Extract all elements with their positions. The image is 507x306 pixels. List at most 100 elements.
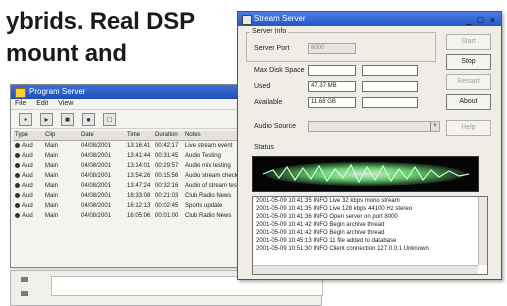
table-row[interactable]: Aud Main 04/08/2001 13:14:01 00:29:57 Audio m… <box>13 161 245 171</box>
cell-text: Aud <box>22 143 33 149</box>
restart-button[interactable]: Restart <box>446 74 491 90</box>
cell-clip: Main <box>45 203 59 209</box>
back-window-titlebar[interactable]: Program Server <box>11 85 247 99</box>
cell-notes: Audio Testing <box>185 153 221 159</box>
disk-space-unit[interactable] <box>362 65 418 76</box>
col-duration[interactable]: Duration <box>153 131 183 140</box>
play-icon[interactable]: ▸ <box>40 112 53 126</box>
cell-clip: Main <box>45 213 59 219</box>
log-horizontal-scrollbar[interactable] <box>253 265 478 274</box>
audio-icon <box>15 142 20 148</box>
menu-file[interactable]: File <box>15 100 26 107</box>
audio-waveform-display <box>252 156 479 192</box>
table-row[interactable]: Aud Main 04/08/2001 13:54:26 00:15:56 Audio s… <box>13 171 245 181</box>
cell-time: 16:33:08 <box>127 193 151 199</box>
cell-text: Aud <box>22 183 33 189</box>
table-header: Type Clip Date Time Duration Notes <box>13 131 245 141</box>
audio-icon <box>15 202 20 208</box>
table-row[interactable]: Aud Main 04/08/2001 13:47:24 00:32:16 Audio o… <box>13 181 245 191</box>
cell-notes: Audio stream check <box>185 173 238 179</box>
disk-space-label: Max Disk Space <box>254 67 305 74</box>
server-port-label: Server Port <box>254 45 290 52</box>
table-row[interactable]: Aud Main 04/08/2001 13:41:44 00:31:45 Audio T… <box>13 151 245 161</box>
table-row[interactable]: Aud Main 04/08/2001 16:12:13 00:02:45 Sports … <box>13 201 245 211</box>
back-window-title: Program Server <box>29 87 86 96</box>
back-menu-bar: File Edit View <box>11 99 247 109</box>
audio-icon <box>15 162 20 168</box>
about-button[interactable]: About <box>446 94 491 110</box>
window-control-buttons[interactable]: _ □ × <box>466 13 497 27</box>
server-port-field[interactable]: 8000 <box>308 43 356 54</box>
cell-time: 13:54:26 <box>127 173 151 179</box>
cell-clip: Main <box>45 163 59 169</box>
chevron-down-icon[interactable]: ▼ <box>430 122 439 131</box>
stop-button[interactable]: Stop <box>446 54 491 70</box>
window-icon[interactable]: □ <box>103 112 116 126</box>
col-date[interactable]: Date <box>79 131 125 140</box>
log-line: 2001-05-09 10:41:42 INFO Begin archive t… <box>256 222 385 228</box>
cell-time: 13:47:24 <box>127 183 151 189</box>
article-text-line-1: ybrids. Real DSP <box>6 8 195 35</box>
used-extra-field <box>362 81 418 92</box>
cell-duration: 00:21:03 <box>155 193 179 199</box>
cell-type: Aud <box>13 201 43 211</box>
cell-duration: 00:32:16 <box>155 183 179 189</box>
log-line: 2001-05-09 10:41:35 INFO Live 128 kbps 4… <box>256 206 413 212</box>
cell-notes: Sports update <box>185 203 223 209</box>
event-log[interactable]: 2001-05-09 10:41:35 INFO Live 32 kbps mo… <box>252 196 488 275</box>
table-row[interactable]: Aud Main 04/08/2001 13:16:41 00:42:17 Live st… <box>13 141 245 151</box>
cell-notes: Club Radio News <box>185 193 232 199</box>
waveform-graphic <box>253 157 478 191</box>
cell-text: Aud <box>22 213 33 219</box>
audio-icon <box>15 192 20 198</box>
cell-duration: 00:29:57 <box>155 163 179 169</box>
col-time[interactable]: Time <box>125 131 153 140</box>
used-label: Used <box>254 83 271 90</box>
cell-type: Aud <box>13 211 43 221</box>
table-row[interactable]: Aud Main 04/08/2001 16:33:08 00:21:03 Club Ra… <box>13 191 245 201</box>
record-icon[interactable]: ● <box>82 112 95 126</box>
cell-clip: Main <box>45 173 59 179</box>
cell-clip: Main <box>45 153 59 159</box>
help-button[interactable]: Help <box>446 120 491 136</box>
audio-source-label: Audio Source <box>254 123 297 130</box>
back-toolbar: ▪ ▸ ■ ● □ <box>11 109 247 129</box>
cell-time: 16:05:06 <box>127 213 151 219</box>
cell-duration: 00:15:56 <box>155 173 179 179</box>
cell-type: Aud <box>13 191 43 201</box>
cell-notes: Club Radio News <box>185 213 232 219</box>
cell-text: Aud <box>22 163 33 169</box>
app-icon <box>15 88 26 98</box>
menu-edit[interactable]: Edit <box>36 100 48 107</box>
audio-icon <box>15 172 20 178</box>
available-field: 11.68 GB <box>308 97 356 108</box>
audio-icon <box>15 212 20 218</box>
col-clip[interactable]: Clip <box>43 131 79 140</box>
cell-text: Aud <box>22 153 33 159</box>
available-extra-field <box>362 97 418 108</box>
speaker-icon-2[interactable] <box>21 291 28 296</box>
cell-date: 04/08/2001 <box>81 193 112 199</box>
cell-text: Aud <box>22 193 33 199</box>
col-notes[interactable]: Notes <box>183 131 245 140</box>
stop-icon[interactable]: ■ <box>61 112 74 126</box>
status-label: Status <box>254 144 274 151</box>
front-window-titlebar[interactable]: Stream Server _ □ × <box>238 12 501 26</box>
disk-space-field[interactable] <box>308 65 356 76</box>
menu-view[interactable]: View <box>58 100 73 107</box>
cell-duration: 00:01:00 <box>155 213 179 219</box>
cell-date: 04/08/2001 <box>81 183 112 189</box>
cell-duration: 00:31:45 <box>155 153 179 159</box>
log-vertical-scrollbar[interactable] <box>478 197 487 265</box>
speaker-icon[interactable] <box>21 277 28 282</box>
cell-clip: Main <box>45 183 59 189</box>
col-type[interactable]: Type <box>13 131 43 140</box>
cell-type: Aud <box>13 141 43 151</box>
log-line: 2001-05-09 10:41:36 INFO Open server on … <box>256 214 398 220</box>
table-row[interactable]: Aud Main 04/08/2001 16:05:06 00:01:00 Club Ra… <box>13 211 245 221</box>
log-line: 2001-05-09 10:51:30 INFO Client connecti… <box>256 246 429 252</box>
article-text-line-2: mount and <box>6 40 127 67</box>
start-button[interactable]: Start <box>446 34 491 50</box>
folder-icon[interactable]: ▪ <box>19 112 32 126</box>
audio-source-select[interactable]: ▼ <box>308 121 440 132</box>
